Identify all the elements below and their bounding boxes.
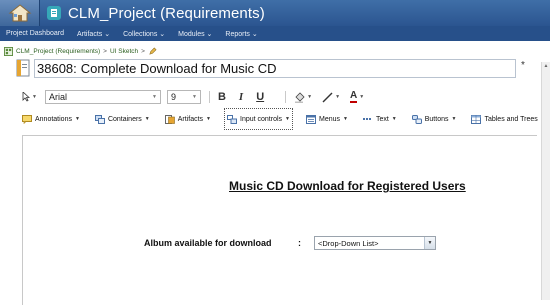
chevron-down-icon: ▼: [343, 116, 348, 122]
title-bar: CLM_Project (Requirements): [0, 0, 550, 26]
artifacts-label: Artifacts: [177, 115, 204, 123]
text-color-icon: A: [350, 90, 358, 103]
input-controls-label: Input controls: [240, 115, 283, 123]
input-controls-icon: [227, 114, 237, 124]
album-field-label[interactable]: Album available for download: [144, 238, 272, 248]
app-title: CLM_Project (Requirements): [68, 4, 265, 22]
buttons-label: Buttons: [424, 115, 449, 123]
buttons-menu[interactable]: Buttons ▼: [410, 108, 459, 130]
menus-icon: [305, 114, 316, 124]
nav-project-dashboard[interactable]: Project Dashboard: [6, 30, 64, 37]
sketch-canvas[interactable]: [22, 135, 537, 305]
menus-menu[interactable]: Menus ▼: [304, 108, 350, 130]
chevron-down-icon: ▼: [391, 116, 397, 122]
home-icon: [8, 4, 31, 22]
fill-color-icon: [295, 91, 305, 103]
input-controls-menu[interactable]: Input controls ▼: [224, 108, 293, 130]
album-dropdown[interactable]: <Drop-Down List> ▼: [314, 236, 436, 250]
font-size-select[interactable]: 9 ▼: [166, 90, 201, 104]
chevron-down-icon: ▼: [144, 116, 150, 122]
bold-button[interactable]: B: [218, 91, 226, 103]
chevron-down-icon: ▼: [74, 116, 80, 122]
edit-pencil-icon[interactable]: [148, 47, 157, 56]
line-style-button[interactable]: ▼: [322, 92, 340, 103]
line-style-icon: [322, 92, 333, 102]
scroll-up-icon[interactable]: ▲: [542, 62, 550, 70]
nav-modules[interactable]: Modules ⌄: [178, 30, 212, 38]
text-insert-icon: [362, 117, 371, 120]
artifact-header: 38608: Complete Download for Music CD: [16, 58, 516, 78]
font-family-value: Arial: [48, 92, 67, 102]
containers-label: Containers: [107, 115, 142, 123]
fill-color-button[interactable]: ▼: [294, 91, 312, 103]
containers-menu[interactable]: Containers ▼: [93, 108, 152, 130]
sketch-heading[interactable]: Music CD Download for Registered Users: [229, 179, 466, 193]
text-color-button[interactable]: A ▼: [350, 91, 364, 103]
breadcrumb-project-link[interactable]: CLM_Project (Requirements): [16, 48, 100, 55]
annotations-icon: [22, 114, 32, 124]
chevron-down-icon: ▼: [285, 116, 290, 122]
toolbar-divider: [285, 91, 287, 103]
project-area-icon: [4, 46, 13, 56]
font-size-value: 9: [170, 92, 176, 102]
required-marker: *: [521, 60, 525, 71]
artifact-name-field[interactable]: 38608: Complete Download for Music CD: [34, 58, 516, 78]
pointer-tool[interactable]: ▼: [22, 92, 37, 102]
breadcrumb-separator: >: [103, 47, 107, 55]
font-family-select[interactable]: Arial ▼: [44, 90, 161, 104]
vertical-scrollbar[interactable]: ▲: [541, 62, 550, 300]
underline-button[interactable]: U: [256, 91, 264, 103]
pointer-icon: [22, 92, 30, 102]
annotations-label: Annotations: [35, 115, 72, 123]
tables-and-trees-menu[interactable]: Tables and Trees ▼: [469, 108, 547, 130]
artifacts-menu[interactable]: Artifacts ▼: [163, 108, 213, 130]
containers-icon: [94, 114, 105, 124]
italic-button[interactable]: I: [239, 91, 243, 103]
dropdown-value: <Drop-Down List>: [318, 238, 379, 248]
insert-toolbar: Annotations ▼ Containers ▼ Artifacts ▼ I…: [20, 108, 550, 130]
nav-reports[interactable]: Reports ⌄: [225, 30, 257, 38]
nav-artifacts[interactable]: Artifacts ⌄: [77, 30, 110, 38]
artifact-icon: [16, 59, 30, 77]
artifacts-insert-icon: [164, 114, 175, 124]
text-label: Text: [375, 115, 389, 123]
chevron-down-icon: ▼: [206, 116, 211, 122]
toolbar-divider: [208, 91, 210, 103]
chevron-down-icon: ▼: [451, 116, 457, 122]
chevron-down-icon: ▼: [152, 94, 157, 100]
field-colon: :: [298, 238, 301, 248]
annotations-menu[interactable]: Annotations ▼: [20, 108, 82, 130]
project-icon: [47, 6, 61, 20]
buttons-icon: [411, 114, 422, 124]
breadcrumb-separator: >: [141, 47, 145, 55]
table-icon: [471, 114, 482, 124]
artifact-id: 38608:: [37, 60, 77, 76]
menus-label: Menus: [318, 115, 340, 123]
tables-and-trees-label: Tables and Trees: [484, 115, 538, 123]
text-menu[interactable]: Text ▼: [361, 108, 399, 130]
nav-collections[interactable]: Collections ⌄: [123, 30, 165, 38]
main-nav: Project Dashboard Artifacts ⌄ Collection…: [0, 26, 550, 41]
breadcrumb: CLM_Project (Requirements) > UI Sketch >: [0, 45, 550, 57]
artifact-name: Complete Download for Music CD: [80, 60, 277, 76]
chevron-down-icon: ▼: [192, 94, 197, 100]
home-button[interactable]: [0, 0, 40, 26]
breadcrumb-folder-link[interactable]: UI Sketch: [110, 48, 138, 55]
chevron-down-icon[interactable]: ▼: [424, 237, 435, 249]
format-toolbar: ▼ Arial ▼ 9 ▼ B I U ▼ ▼ A ▼: [22, 89, 364, 105]
